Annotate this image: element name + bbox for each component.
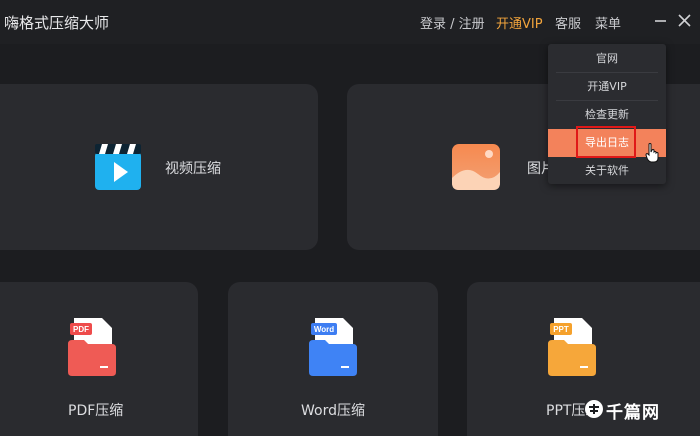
watermark-text: 千篇网 xyxy=(606,403,660,423)
menu-button[interactable]: 菜单 xyxy=(595,13,621,32)
ppt-icon: PPT xyxy=(548,318,596,376)
minimize-button[interactable] xyxy=(652,11,670,31)
close-button[interactable] xyxy=(676,11,694,31)
pdf-icon: PDF xyxy=(68,318,116,376)
watermark-logo-icon xyxy=(585,400,603,418)
menu-item-official-site[interactable]: 官网 xyxy=(548,45,666,73)
word-compress-card[interactable]: Word Word压缩 xyxy=(228,282,438,436)
image-icon xyxy=(452,144,500,190)
menu-item-check-update[interactable]: 检查更新 xyxy=(548,101,666,129)
customer-service-link[interactable]: 客服 xyxy=(555,13,581,32)
minimize-icon xyxy=(655,20,666,22)
pdf-compress-label: PDF压缩 xyxy=(68,403,124,419)
highlight-box xyxy=(576,126,636,158)
dropdown-menu: 官网 开通VIP 检查更新 导出日志 关于软件 xyxy=(548,44,666,184)
login-register-link[interactable]: 登录 / 注册 xyxy=(420,13,485,32)
close-icon xyxy=(678,14,691,27)
word-icon-tag: Word xyxy=(314,325,334,334)
word-icon: Word xyxy=(309,318,357,376)
word-compress-label: Word压缩 xyxy=(301,403,365,419)
pdf-icon-tag: PDF xyxy=(73,325,89,334)
video-compress-card[interactable]: 视频压缩 xyxy=(0,84,318,250)
ppt-icon-tag: PPT xyxy=(553,325,569,334)
open-vip-link[interactable]: 开通VIP xyxy=(496,13,543,32)
menu-item-open-vip[interactable]: 开通VIP xyxy=(548,73,666,101)
video-icon xyxy=(95,144,141,190)
video-compress-label: 视频压缩 xyxy=(165,161,221,177)
app-title: 嗨格式压缩大师 xyxy=(4,14,110,32)
hand-cursor-icon xyxy=(645,143,659,163)
title-bar: 嗨格式压缩大师 登录 / 注册 开通VIP 客服 菜单 xyxy=(0,0,700,44)
pdf-compress-card[interactable]: PDF PDF压缩 xyxy=(0,282,198,436)
